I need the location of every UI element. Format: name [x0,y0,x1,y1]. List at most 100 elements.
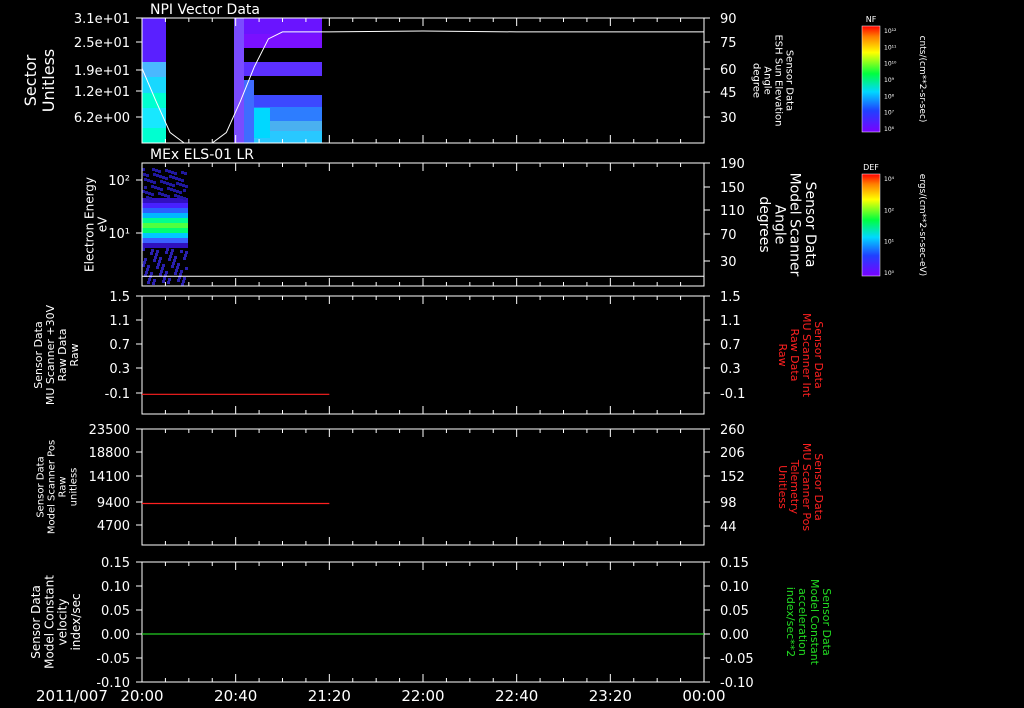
heatmap-cell [173,259,176,262]
heatmap-cell [153,173,156,176]
heatmap-cell [177,279,180,282]
heatmap-cell [174,272,177,275]
heatmap-cell [172,184,175,187]
right-axis-label: Sensor DataMU Scanner IntRaw DataRaw [776,313,825,398]
heatmap-cell [177,195,180,198]
right-axis-label-line: index/sec**2 [784,587,797,657]
heatmap-cell [142,228,188,233]
heatmap-cell [163,181,166,184]
heatmap-cell [168,278,171,281]
heatmap-cell [169,183,172,186]
heatmap-cell [185,267,188,270]
left-tick-label: 2.5e+01 [74,36,130,51]
colorbar-label: NF [866,15,877,24]
colorbar-units: cnts/(cm**2-sr-sec) [917,36,927,123]
heatmap-cell [174,256,177,259]
right-axis-label: Sensor DataESH Sun ElevationAngledegree [751,34,795,126]
right-axis-label-line: Telemetry [788,459,801,515]
heatmap-cell [160,188,163,191]
left-tick-label: 18800 [89,446,130,461]
panel-frame [141,17,705,144]
overlay-line [141,30,704,144]
right-axis-label-line: degree [751,63,762,98]
heatmap-cell [148,278,151,281]
right-tick-label: 1.1 [720,314,741,329]
right-tick-label: 260 [720,423,745,438]
heatmap-cell [147,281,150,284]
right-tick-label: 0.15 [720,556,749,571]
heatmap-cell [163,277,166,280]
heatmap-cell [174,194,177,197]
panel-frame [141,295,705,415]
heatmap-cell [155,169,158,172]
colorbar-tick-label: 10⁸ [884,93,895,100]
right-tick-label: 110 [720,204,745,219]
heatmap-cell [161,267,164,270]
left-axis-label-line: Raw [68,343,81,366]
left-tick-label: 1.9e+01 [74,64,130,79]
heatmap-cell [175,269,178,272]
heatmap-cell [156,250,159,253]
heatmap-cell [182,280,185,283]
heatmap-cell [160,270,163,273]
heatmap-cell [153,259,156,262]
left-tick-label: 0.7 [109,338,130,353]
time-axis-label: 00:00 [682,687,725,705]
left-tick-label: 0.3 [109,362,130,377]
heatmap-cell [151,193,154,196]
left-tick-label: 4700 [97,519,130,534]
heatmap-cell [167,281,170,284]
left-tick-label: 6.2e+00 [74,111,130,126]
heatmap-cell [164,194,167,197]
left-axis-label-line: Sensor Data [32,321,45,388]
right-tick-label: 0.7 [720,338,741,353]
colorbar-tick-label: 10⁶ [884,126,895,133]
left-axis-label: Electron EnergyeV [82,177,109,272]
colorbar-units: ergs/(cm**2-sr-sec-eV) [917,174,927,276]
heatmap-cell [156,266,159,269]
left-axis-label-line: Model Constant [42,575,56,669]
right-axis-label-line: Sensor Data [812,321,825,388]
heatmap-cell [150,272,153,275]
right-tick-label: 0.10 [720,580,749,595]
right-tick-label: 1.5 [720,290,741,305]
left-axis-label-line: Raw Data [56,329,69,382]
left-axis-label-line: Unitless [39,49,58,113]
heatmap-cell [142,77,166,93]
heatmap-cell [176,266,179,269]
colorbar-label: DEF [863,163,879,172]
heatmap-cell [177,263,180,266]
heatmap-cell [178,178,181,181]
heatmap-cell [185,251,188,254]
heatmap-cell [184,254,187,257]
left-axis-label-line: velocity [56,599,70,646]
heatmap-cell [234,34,322,48]
heatmap-cell [143,261,146,264]
heatmap-cell [176,182,179,185]
time-axis-label: 21:20 [308,687,351,705]
heatmap-cell [142,108,166,128]
panel-frame [141,561,705,683]
left-tick-label: 0.10 [101,580,130,595]
right-tick-label: 30 [720,111,737,126]
heatmap-cell [162,176,165,179]
heatmap-cell [183,189,186,192]
heatmap-cell [142,128,166,143]
heatmap-cell [166,182,169,185]
right-axis-label-line: Angle [762,66,773,94]
right-tick-label: 44 [720,520,737,535]
heatmap-cell [170,252,173,255]
right-axis-label-line: Raw Data [788,329,801,382]
right-axis-label-line: Sensor Data [802,182,818,268]
colorbar-tick-label: 10⁷ [884,110,895,117]
colorbar-tick-label: 10¹ [884,239,895,246]
heatmap-cell [182,184,185,187]
colorbar [861,173,881,277]
heatmap-cell [165,177,168,180]
left-tick-label: 9400 [97,496,130,511]
heatmap-cell [180,250,183,253]
heatmap-cell [152,168,155,171]
left-tick-label: -0.1 [105,387,130,402]
right-tick-label: 150 [720,181,745,196]
heatmap-cell [171,171,174,174]
